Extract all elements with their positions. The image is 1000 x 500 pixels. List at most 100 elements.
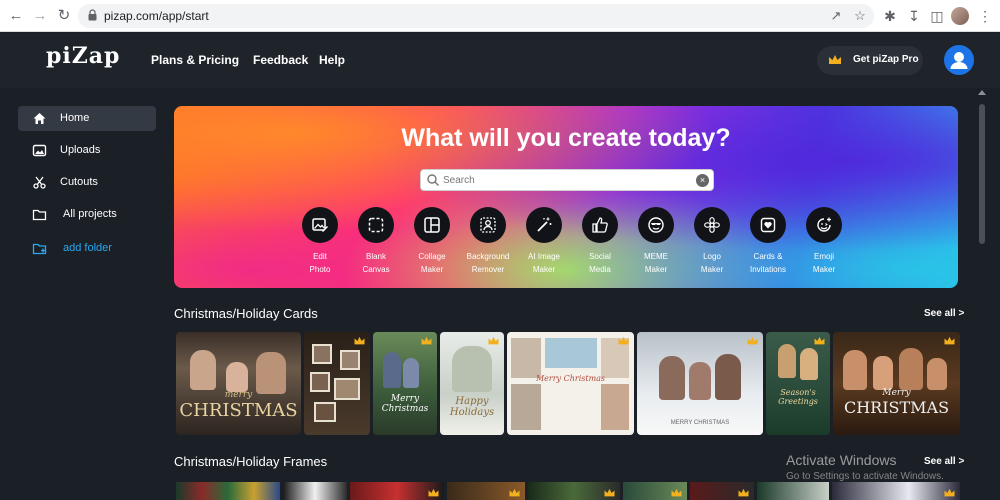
flower-logo-icon <box>694 207 730 243</box>
nav-plans-pricing[interactable]: Plans & Pricing <box>151 53 239 67</box>
tool-blank-canvas[interactable]: Blank Canvas <box>348 207 404 279</box>
search-box[interactable]: × <box>420 169 714 191</box>
photo-person <box>873 356 893 390</box>
meme-face-icon <box>638 207 674 243</box>
add-folder-icon <box>32 243 47 255</box>
template-card[interactable]: merry CHRISTMAS <box>176 332 301 435</box>
star-icon[interactable]: ☆ <box>852 8 868 24</box>
photo-person <box>927 358 947 390</box>
photo-person <box>383 352 401 388</box>
sidebar-item-cutouts[interactable]: Cutouts <box>18 170 156 195</box>
frame-card[interactable] <box>176 482 280 500</box>
share-icon[interactable]: ↗ <box>828 8 844 24</box>
photo-frame <box>312 344 332 364</box>
template-card[interactable]: Merry Christmas <box>373 332 437 435</box>
sidebar-item-label: All projects <box>63 208 117 220</box>
crown-icon <box>354 336 365 345</box>
nav-help[interactable]: Help <box>319 53 345 67</box>
photo-frame <box>511 384 541 430</box>
tool-collage-maker[interactable]: Collage Maker <box>404 207 460 279</box>
tool-social-media[interactable]: Social Media <box>572 207 628 279</box>
sidepanel-icon[interactable]: ◫ <box>928 7 946 25</box>
frame-card[interactable] <box>447 482 525 500</box>
tool-logo-maker[interactable]: Logo Maker <box>684 207 740 279</box>
extensions-icon[interactable]: ✱ <box>881 7 899 25</box>
sidebar-item-label: Cutouts <box>60 176 98 188</box>
address-bar[interactable]: pizap.com/app/start ↗ ☆ <box>78 4 874 28</box>
tool-meme-maker[interactable]: MEME Maker <box>628 207 684 279</box>
url-text: pizap.com/app/start <box>104 9 209 23</box>
frame-card[interactable] <box>528 482 620 500</box>
template-card[interactable]: Merry Christmas <box>507 332 634 435</box>
photo-person <box>778 344 796 378</box>
template-card[interactable] <box>304 332 370 435</box>
photo-person <box>452 346 492 392</box>
scroll-up-icon[interactable] <box>978 90 986 95</box>
frame-card[interactable] <box>690 482 754 500</box>
nav-feedback[interactable]: Feedback <box>253 53 308 67</box>
card-small-text: merry <box>224 390 253 400</box>
crown-icon <box>488 336 499 345</box>
search-input[interactable] <box>443 172 693 188</box>
card-title-text: Season's Greetings <box>778 388 818 406</box>
download-icon[interactable]: ↧ <box>905 7 923 25</box>
photo-person <box>843 350 867 390</box>
get-pro-button[interactable]: Get piZap Pro <box>817 46 923 75</box>
profile-avatar[interactable] <box>951 7 969 25</box>
card-title-text: Happy Holidays <box>449 396 495 418</box>
crown-icon <box>604 488 615 497</box>
crown-icon <box>671 488 682 497</box>
photo-person <box>226 362 248 392</box>
tool-edit-photo[interactable]: Edit Photo <box>292 207 348 279</box>
section-title-holiday-frames: Christmas/Holiday Frames <box>174 454 328 469</box>
see-all-cards-link[interactable]: See all > <box>924 308 964 319</box>
hero-title: What will you create today? <box>401 124 731 152</box>
card-title-text: CHRISTMAS <box>179 400 298 421</box>
browser-toolbar: ← → ↻ pizap.com/app/start ↗ ☆ ✱ ↧ ◫ ⋮ <box>0 0 1000 32</box>
reload-icon[interactable]: ↻ <box>54 6 74 26</box>
photo-frame <box>334 378 360 400</box>
frame-card[interactable] <box>623 482 687 500</box>
card-title-text: Merry Christmas <box>381 394 429 414</box>
page-scrollbar[interactable] <box>976 88 990 500</box>
frame-card[interactable] <box>350 482 444 500</box>
pizap-logo[interactable]: piZap <box>46 43 120 69</box>
clear-search-icon[interactable]: × <box>696 174 709 187</box>
template-card[interactable]: Happy Holidays <box>440 332 504 435</box>
sidebar: Home Uploads Cutouts All projects add fo… <box>0 88 165 500</box>
tool-background-remover[interactable]: Background Remover <box>460 207 516 279</box>
photo-frame <box>310 372 330 392</box>
photo-frame <box>601 384 629 430</box>
edit-photo-icon <box>302 207 338 243</box>
photo-frame <box>314 402 336 422</box>
see-all-frames-link[interactable]: See all > <box>924 456 964 467</box>
tool-ai-image-maker[interactable]: AI Image Maker <box>516 207 572 279</box>
sidebar-item-label: Uploads <box>60 144 101 156</box>
user-avatar-icon[interactable] <box>944 45 974 75</box>
blank-canvas-icon <box>358 207 394 243</box>
frame-card[interactable] <box>283 482 347 500</box>
scroll-thumb[interactable] <box>979 104 985 244</box>
card-small-text: Merry <box>882 388 911 398</box>
template-card[interactable]: Season's Greetings <box>766 332 830 435</box>
template-card[interactable]: MERRY CHRISTMAS <box>637 332 763 435</box>
forward-icon[interactable]: → <box>30 6 50 26</box>
frame-card[interactable] <box>832 482 960 500</box>
sidebar-item-home[interactable]: Home <box>18 106 156 131</box>
tool-cards-invitations[interactable]: Cards & Invitations <box>740 207 796 279</box>
tool-emoji-maker[interactable]: Emoji Maker <box>796 207 852 279</box>
get-pro-label: Get piZap Pro <box>853 54 919 65</box>
background-remover-icon <box>470 207 506 243</box>
sidebar-item-all-projects[interactable]: All projects <box>18 202 156 227</box>
template-card[interactable]: Merry CHRISTMAS <box>833 332 960 435</box>
folder-icon <box>32 209 47 221</box>
card-title-text: MERRY CHRISTMAS <box>670 420 730 426</box>
kebab-menu-icon[interactable]: ⋮ <box>978 6 992 26</box>
activate-windows-title: Activate Windows <box>786 452 897 468</box>
photo-person <box>256 352 286 394</box>
sidebar-item-label: Home <box>60 112 90 124</box>
sidebar-item-uploads[interactable]: Uploads <box>18 138 156 163</box>
back-icon[interactable]: ← <box>6 6 26 26</box>
frame-card[interactable] <box>757 482 829 500</box>
sidebar-item-add-folder[interactable]: add folder <box>18 236 156 261</box>
